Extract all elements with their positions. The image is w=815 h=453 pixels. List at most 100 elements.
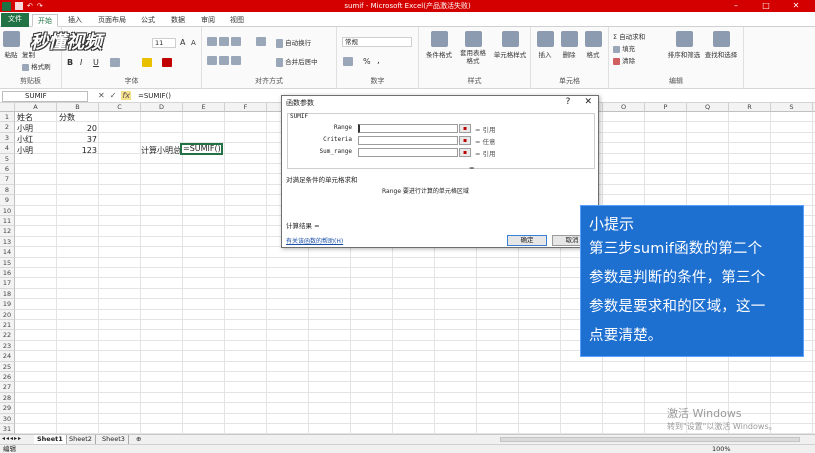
tab-page-layout[interactable]: 页面布局 <box>92 14 132 27</box>
shrink-font-button[interactable]: A <box>191 39 196 47</box>
delete-cells-button[interactable]: 删除 <box>559 31 579 59</box>
row-header-9[interactable]: 9 <box>0 195 15 206</box>
conditional-format-button[interactable]: 条件格式 <box>423 31 455 59</box>
sort-filter-button[interactable]: 排序和筛选 <box>667 31 701 59</box>
row-header-16[interactable]: 16 <box>0 268 15 279</box>
range-input[interactable] <box>358 124 458 133</box>
cell-A3[interactable]: 小红 <box>17 135 33 145</box>
row-header-14[interactable]: 14 <box>0 247 15 258</box>
sheet-tab-2[interactable]: Sheet2 <box>66 435 96 444</box>
cell-styles-button[interactable]: 单元格样式 <box>491 31 529 59</box>
row-header-1[interactable]: 1 <box>0 112 15 123</box>
fill-color-button[interactable] <box>142 58 152 67</box>
row-header-2[interactable]: 2 <box>0 122 15 133</box>
format-cells-button[interactable]: 格式 <box>583 31 603 59</box>
tab-file[interactable]: 文件 <box>1 13 29 27</box>
minimize-button[interactable]: – <box>721 0 751 12</box>
close-button[interactable]: ✕ <box>781 0 811 12</box>
row-header-23[interactable]: 23 <box>0 340 15 352</box>
sheet-tab-1[interactable]: Sheet1 <box>34 435 67 444</box>
comma-button[interactable]: , <box>377 56 380 66</box>
row-header-22[interactable]: 22 <box>0 330 15 341</box>
borders-button[interactable] <box>110 58 120 67</box>
row-header-20[interactable]: 20 <box>0 309 15 320</box>
merge-center-button[interactable]: 合并后居中 <box>276 56 318 67</box>
sheet-tab-3[interactable]: Sheet3 <box>99 435 129 444</box>
row-header-11[interactable]: 11 <box>0 216 15 227</box>
row-header-27[interactable]: 27 <box>0 382 15 393</box>
insert-cells-button[interactable]: 插入 <box>535 31 555 59</box>
cell-B4[interactable]: 123 <box>59 146 97 156</box>
formula-input[interactable]: =SUMIF() <box>138 91 171 102</box>
row-header-17[interactable]: 17 <box>0 278 15 289</box>
column-header-R[interactable]: R <box>729 103 771 112</box>
sum-range-input[interactable] <box>358 148 458 157</box>
row-header-26[interactable]: 26 <box>0 372 15 383</box>
column-header-F[interactable]: F <box>225 103 267 112</box>
column-header-S[interactable]: S <box>771 103 813 112</box>
sum-range-collapse-button[interactable]: ▪ <box>459 148 471 157</box>
underline-button[interactable]: U <box>93 58 99 67</box>
cell-B3[interactable]: 37 <box>59 135 97 145</box>
column-header-O[interactable]: O <box>603 103 645 112</box>
criteria-collapse-button[interactable]: ▪ <box>459 136 471 145</box>
range-collapse-button[interactable]: ▪ <box>459 124 471 133</box>
cell-D4[interactable]: 计算小明总 <box>141 146 181 156</box>
zoom-level[interactable]: 100% <box>712 445 731 453</box>
column-header-C[interactable]: C <box>99 103 141 112</box>
column-header-B[interactable]: B <box>57 103 99 112</box>
row-header-7[interactable]: 7 <box>0 174 15 185</box>
maximize-button[interactable]: □ <box>751 0 781 12</box>
cell-B1[interactable]: 分数 <box>59 113 75 123</box>
name-box[interactable]: SUMIF <box>2 91 88 102</box>
bold-button[interactable]: B <box>67 58 73 67</box>
wrap-text-button[interactable]: 自动换行 <box>276 37 311 48</box>
column-header-Q[interactable]: Q <box>687 103 729 112</box>
redo-icon[interactable]: ↷ <box>37 2 43 10</box>
select-all-corner[interactable] <box>0 103 15 112</box>
dialog-close-button[interactable]: ✕ <box>584 97 592 107</box>
active-cell-E4[interactable]: =SUMIF() <box>180 143 223 155</box>
row-header-5[interactable]: 5 <box>0 153 15 164</box>
help-link[interactable]: 有关该函数的帮助(H) <box>286 236 343 245</box>
sheet-nav-arrows[interactable]: ◂◂◂▸▸ <box>2 435 22 442</box>
horizontal-scrollbar[interactable] <box>500 437 800 442</box>
help-button[interactable]: ? <box>566 97 571 107</box>
column-header-E[interactable]: E <box>183 103 225 112</box>
percent-button[interactable]: % <box>363 57 371 66</box>
row-header-18[interactable]: 18 <box>0 288 15 300</box>
column-header-P[interactable]: P <box>645 103 687 112</box>
row-header-31[interactable]: 31 <box>0 424 15 435</box>
new-sheet-button[interactable]: ⊕ <box>133 435 144 444</box>
row-header-21[interactable]: 21 <box>0 320 15 331</box>
format-painter-button[interactable]: 格式刷 <box>22 61 51 71</box>
row-header-24[interactable]: 24 <box>0 351 15 362</box>
row-header-4[interactable]: 4 <box>0 143 15 154</box>
criteria-input[interactable] <box>358 136 458 145</box>
enter-icon[interactable]: ✓ <box>110 91 117 100</box>
row-header-3[interactable]: 3 <box>0 132 15 144</box>
row-header-8[interactable]: 8 <box>0 184 15 196</box>
row-header-10[interactable]: 10 <box>0 205 15 216</box>
grow-font-button[interactable]: A <box>180 38 185 47</box>
autosum-button[interactable]: Σ 自动求和 <box>613 31 645 41</box>
align-left-buttons[interactable] <box>207 56 242 65</box>
fill-button[interactable]: 填充 <box>613 43 635 53</box>
align-top-buttons[interactable] <box>207 37 242 46</box>
font-color-button[interactable] <box>162 58 172 67</box>
row-header-19[interactable]: 19 <box>0 299 15 310</box>
cell-A2[interactable]: 小明 <box>17 124 33 134</box>
row-header-12[interactable]: 12 <box>0 226 15 237</box>
tab-review[interactable]: 审阅 <box>195 14 221 27</box>
paste-button[interactable]: 粘贴 <box>3 31 20 59</box>
column-header-A[interactable]: A <box>15 103 57 112</box>
column-header-D[interactable]: D <box>141 103 183 112</box>
tab-view[interactable]: 视图 <box>224 14 250 27</box>
save-icon[interactable] <box>15 2 23 10</box>
undo-icon[interactable]: ↶ <box>27 2 33 10</box>
orientation-button[interactable] <box>256 37 266 46</box>
tab-formulas[interactable]: 公式 <box>135 14 161 27</box>
cell-A4[interactable]: 小明 <box>17 146 33 156</box>
ok-button[interactable]: 确定 <box>507 235 547 246</box>
function-icon[interactable]: fx <box>121 91 131 100</box>
